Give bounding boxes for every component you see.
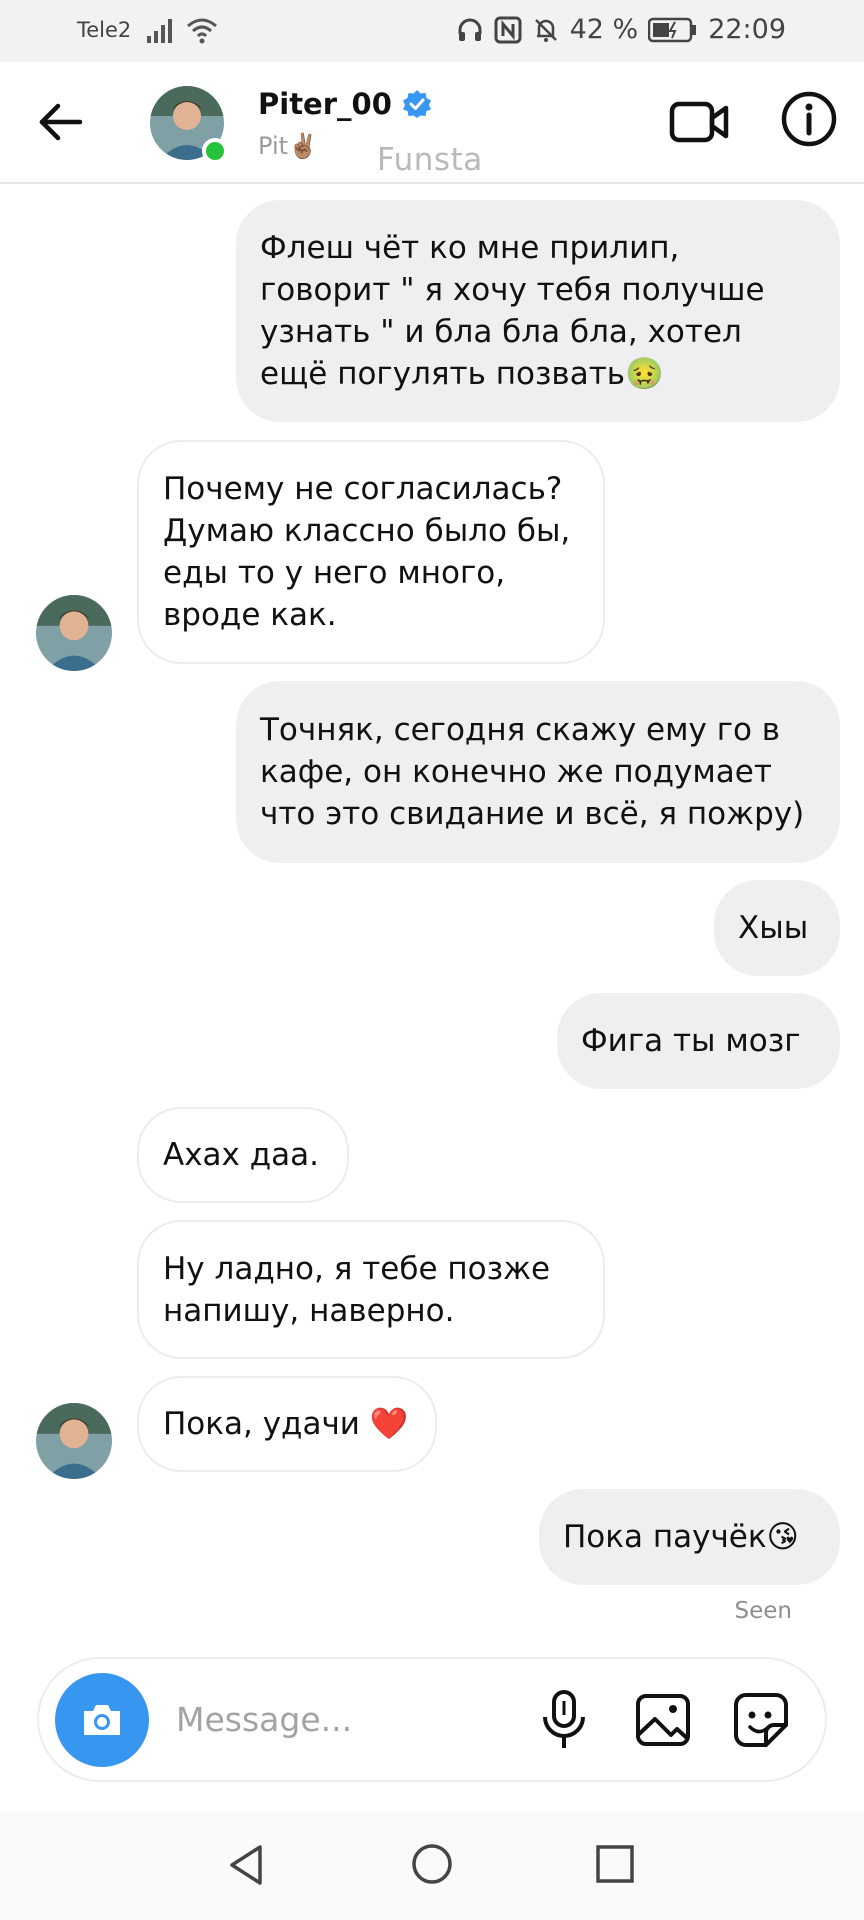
message-text: Пока паучёк😘 xyxy=(563,1519,799,1555)
gallery-icon[interactable] xyxy=(635,1693,691,1747)
microphone-icon[interactable] xyxy=(539,1689,589,1751)
message-bubble-incoming[interactable]: Ахах даа. xyxy=(137,1107,349,1203)
info-icon[interactable] xyxy=(780,90,838,148)
contact-subtitle: Pit✌🏽 xyxy=(258,132,318,160)
nav-home-icon[interactable] xyxy=(410,1842,454,1886)
wifi-icon xyxy=(187,18,217,44)
message-bubble-outgoing[interactable]: Хыы xyxy=(714,880,840,976)
online-status-dot xyxy=(202,138,228,164)
header-avatar[interactable] xyxy=(150,86,228,164)
contact-name-row[interactable]: Piter_00 xyxy=(258,87,432,121)
battery-icon xyxy=(648,17,697,42)
message-text: Флеш чёт ко мне прилип, говорит " я хочу… xyxy=(260,230,765,392)
status-right-group: 42 % 22:09 xyxy=(456,14,786,45)
status-bar: Tele2 42 % 22:09 xyxy=(0,0,864,62)
nfc-icon xyxy=(494,16,522,43)
sender-avatar[interactable] xyxy=(36,595,112,671)
battery-percent: 42 % xyxy=(569,14,639,45)
contact-name: Piter_00 xyxy=(258,87,392,121)
mute-icon xyxy=(534,18,557,42)
message-bubble-outgoing[interactable]: Точняк, сегодня скажу ему го в кафе, он … xyxy=(236,681,840,863)
message-bubble-incoming[interactable]: Ну ладно, я тебе позже напишу, наверно. xyxy=(137,1220,605,1359)
verified-badge-icon xyxy=(402,90,431,118)
message-text: Почему не согласилась? Думаю классно был… xyxy=(163,471,571,633)
clock: 22:09 xyxy=(708,14,786,45)
message-bubble-incoming[interactable]: Пока, удачи ❤️ xyxy=(137,1376,437,1472)
nav-back-icon[interactable] xyxy=(224,1842,270,1888)
message-text: Точняк, сегодня скажу ему го в кафе, он … xyxy=(260,712,805,832)
nav-recents-icon[interactable] xyxy=(595,1844,635,1884)
camera-button[interactable] xyxy=(55,1673,149,1767)
sticker-icon[interactable] xyxy=(732,1691,790,1749)
message-text: Фига ты мозг xyxy=(581,1023,801,1059)
message-input[interactable] xyxy=(174,1695,428,1743)
chat-header: Piter_00 Pit✌🏽 Funsta xyxy=(0,62,864,184)
carrier-label: Tele2 xyxy=(77,18,132,42)
sender-avatar[interactable] xyxy=(36,1403,112,1479)
message-bubble-outgoing[interactable]: Флеш чёт ко мне прилип, говорит " я хочу… xyxy=(236,200,840,422)
message-bubble-outgoing[interactable]: Пока паучёк😘 xyxy=(539,1489,840,1585)
message-bubble-outgoing[interactable]: Фига ты мозг xyxy=(557,993,840,1089)
message-text: Хыы xyxy=(738,910,809,946)
seen-status: Seen xyxy=(734,1598,792,1624)
headphones-icon xyxy=(458,18,482,41)
message-composer xyxy=(37,1657,827,1782)
message-text: Пока, удачи ❤️ xyxy=(163,1406,409,1442)
signal-icon xyxy=(147,19,172,43)
camera-icon xyxy=(84,1705,120,1735)
system-nav-bar xyxy=(0,1812,864,1920)
message-bubble-incoming[interactable]: Почему не согласилась? Думаю классно был… xyxy=(137,440,605,664)
message-text: Ну ладно, я тебе позже напишу, наверно. xyxy=(163,1250,551,1329)
back-arrow-icon[interactable] xyxy=(32,92,92,152)
video-call-icon[interactable] xyxy=(668,90,732,154)
message-text: Ахах даа. xyxy=(163,1137,320,1173)
app-label: Funsta xyxy=(377,142,483,178)
